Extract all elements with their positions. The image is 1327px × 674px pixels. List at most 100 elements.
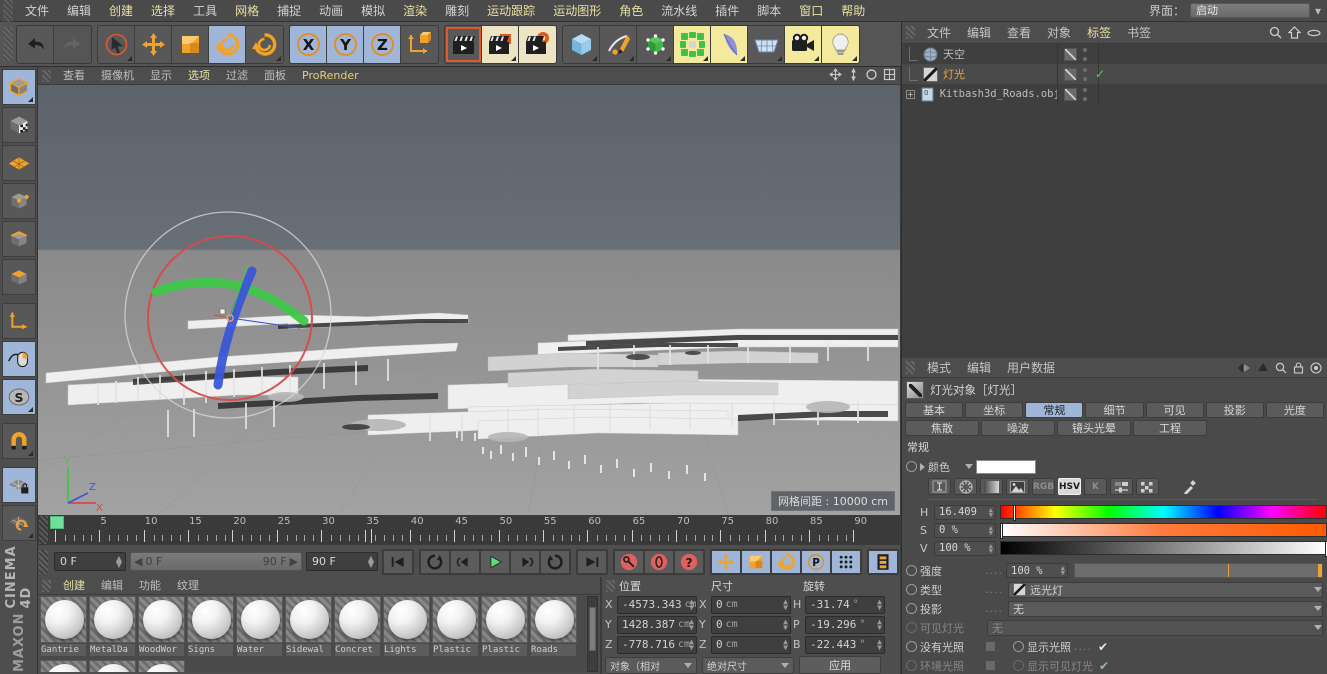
material-cell-13[interactable]	[138, 660, 185, 672]
object-menu-item-3[interactable]: 对象	[1039, 22, 1079, 44]
color-picker-button[interactable]	[1178, 478, 1201, 495]
material-scroll-thumb[interactable]	[589, 607, 596, 651]
color-rgb-button[interactable]: RGB	[1032, 478, 1055, 495]
coord-spinner-size-Y[interactable]: ▲ ▼	[783, 617, 788, 631]
menu-item-4[interactable]: 工具	[184, 0, 226, 22]
key-rotation-button[interactable]	[771, 549, 801, 574]
y-axis-lock-button[interactable]: Y	[327, 25, 364, 63]
object-menu-item-4[interactable]: 标签	[1079, 22, 1119, 44]
color-channel-marker-S[interactable]	[1000, 523, 1003, 539]
coord-spinner-pos-Z[interactable]: ▲ ▼	[689, 637, 694, 651]
end-frame-field[interactable]: 90 F ▲ ▼	[306, 552, 378, 571]
tool-texture-mode[interactable]	[1, 107, 36, 143]
tool-lock-workplane[interactable]	[1, 467, 36, 503]
color-channel-field-S[interactable]: 0 % ▲ ▼	[934, 522, 996, 538]
menu-item-8[interactable]: 模拟	[352, 0, 394, 22]
property-animation-dot-shadow[interactable]	[906, 603, 917, 614]
menu-item-6[interactable]: 捕捉	[268, 0, 310, 22]
color-dropdown-caret-icon[interactable]	[965, 464, 973, 469]
interface-more-icon[interactable]: ▾	[1315, 4, 1321, 18]
property-animation-dot-visible-light[interactable]	[906, 622, 917, 633]
frame-range-bar[interactable]: ◀ 0 F 90 F ▶	[130, 552, 302, 571]
menu-item-16[interactable]: 脚本	[748, 0, 790, 22]
viewport-maximize-icon[interactable]	[883, 68, 896, 81]
property-animation-dot-extra-ambient-illumination[interactable]	[1013, 660, 1024, 671]
tool-viewport-mouse[interactable]	[1, 341, 36, 377]
object-dot-column[interactable]	[1083, 68, 1087, 81]
dropdown-corner-icon[interactable]	[27, 451, 33, 456]
coord-field-pos-X[interactable]: -4573.343 cm ▲ ▼	[617, 595, 697, 614]
chevron-down-icon[interactable]	[1314, 606, 1322, 611]
menu-item-14[interactable]: 流水线	[652, 0, 706, 22]
color-channel-slider-H[interactable]	[1000, 505, 1327, 521]
viewport-zoom-icon[interactable]	[847, 68, 860, 81]
material-menu-item-2[interactable]: 功能	[131, 577, 169, 595]
play-button[interactable]	[480, 549, 510, 574]
property-animation-dot-light-type[interactable]	[906, 584, 917, 595]
tool-magnet[interactable]	[1, 423, 36, 459]
timeline-filmstrip-button[interactable]	[868, 549, 898, 574]
dropdown-corner-icon[interactable]	[276, 55, 281, 61]
object-tree[interactable]: 天空 灯光 ✓ +0 Kitbash3d_Roads.obj	[902, 44, 1327, 358]
next-keyframe-button[interactable]	[510, 549, 540, 574]
menu-item-10[interactable]: 雕刻	[436, 0, 478, 22]
dropdown-corner-icon[interactable]	[814, 55, 819, 61]
object-menu-item-5[interactable]: 书签	[1119, 22, 1159, 44]
property-animation-dot-extra-no-illumination[interactable]	[1013, 641, 1024, 652]
color-sliders-button[interactable]	[1110, 478, 1133, 495]
property-animation-dot-ambient-illumination[interactable]	[906, 660, 917, 671]
material-cell-12[interactable]	[89, 660, 136, 672]
object-display-tag[interactable]	[1064, 88, 1077, 101]
interface-dropdown[interactable]: 启动	[1189, 3, 1310, 18]
color-channel-slider-S[interactable]	[1000, 523, 1327, 539]
menu-item-9[interactable]: 渲染	[394, 0, 436, 22]
coord-field-pos-Z[interactable]: -778.716 cm ▲ ▼	[617, 635, 697, 654]
menu-item-12[interactable]: 运动图形	[544, 0, 610, 22]
search-icon[interactable]	[1275, 362, 1287, 374]
coord-spinner-size-X[interactable]: ▲ ▼	[783, 597, 788, 611]
chevron-down-icon[interactable]	[1314, 587, 1322, 592]
expand-toggle-icon[interactable]: +	[906, 89, 915, 99]
add-light-button[interactable]	[822, 25, 859, 63]
coord-spinner-pos-X[interactable]: ▲ ▼	[689, 597, 694, 611]
rotate-tool-button[interactable]	[209, 25, 246, 63]
chevron-down-icon[interactable]	[781, 662, 789, 668]
autokey-button[interactable]	[644, 549, 674, 574]
viewport-menu-item-0[interactable]: 查看	[55, 67, 93, 85]
color-kelvin-button[interactable]: K	[1084, 478, 1107, 495]
object-menu-item-2[interactable]: 查看	[999, 22, 1039, 44]
dropdown-corner-icon[interactable]	[27, 407, 33, 412]
color-channel-spinner-H[interactable]: ▲ ▼	[989, 506, 993, 518]
rotate-alt-tool-button[interactable]	[246, 25, 283, 63]
coord-field-rot-H[interactable]: -31.74 ° ▲ ▼	[805, 595, 885, 614]
viewport-move-icon[interactable]	[829, 68, 842, 81]
attribute-menu-item-2[interactable]: 用户数据	[999, 358, 1063, 378]
color-expand-arrow-icon[interactable]	[920, 462, 925, 471]
color-image-button[interactable]	[1006, 478, 1029, 495]
range-left-arrow-icon[interactable]: ◀	[134, 555, 142, 568]
color-range-button[interactable]	[928, 478, 951, 495]
object-enabled-check-icon[interactable]: ✓	[1095, 67, 1105, 81]
menu-item-3[interactable]: 选择	[142, 0, 184, 22]
apply-button[interactable]: 应用	[799, 656, 881, 674]
dropdown-corner-icon[interactable]	[666, 55, 671, 61]
timeline-playhead[interactable]	[50, 516, 64, 529]
attribute-tabs-row2[interactable]: 焦散 噪波 镜头光晕 工程	[902, 420, 1327, 436]
attribute-menu-item-1[interactable]: 编辑	[959, 358, 999, 378]
material-menu-item-0[interactable]: 创建	[55, 577, 93, 595]
property-extra-check-icon-no-illumination[interactable]: ✔	[1098, 640, 1108, 654]
dropdown-corner-icon[interactable]	[852, 55, 857, 61]
material-cell-10[interactable]: Roads	[530, 596, 577, 658]
property-extra-check-icon-ambient-illumination[interactable]: ✔	[1099, 659, 1109, 673]
dropdown-corner-icon[interactable]	[27, 97, 33, 102]
tool-polygon-mode[interactable]	[1, 145, 36, 181]
color-channel-field-H[interactable]: 16.409 ▲ ▼	[934, 504, 996, 520]
add-generator-button[interactable]	[637, 25, 674, 63]
toolbar-grip[interactable]	[3, 27, 13, 61]
attribute-grip[interactable]	[906, 361, 915, 374]
menu-item-0[interactable]: 文件	[16, 0, 58, 22]
tool-point-mode[interactable]	[1, 183, 36, 219]
object-menu-item-0[interactable]: 文件	[919, 22, 959, 44]
object-dot-column[interactable]	[1083, 48, 1087, 61]
coord-spinner-pos-Y[interactable]: ▲ ▼	[689, 617, 694, 631]
